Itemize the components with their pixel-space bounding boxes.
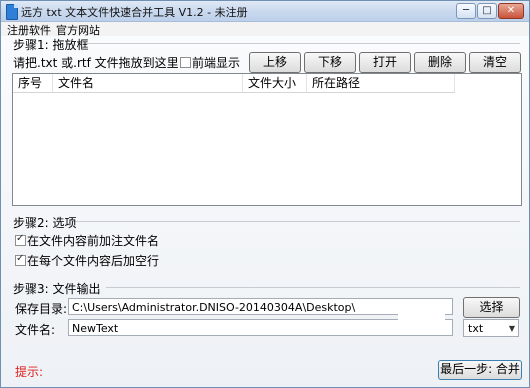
save-dir-input[interactable]: C:\Users\Administrator.DNISO-20140304A\D… (68, 298, 453, 315)
delete-button[interactable]: 删除 (414, 52, 466, 73)
step1-divider (83, 43, 520, 44)
column-filename[interactable]: 文件名 (53, 74, 243, 92)
window-title: 远方 txt 文本文件快速合并工具 V1.2 - 未注册 (21, 6, 248, 19)
app-icon (6, 4, 18, 20)
step3-divider (106, 287, 520, 288)
minimize-button[interactable]: ─ (456, 3, 476, 19)
filename-label: 文件名: (15, 323, 56, 337)
column-path[interactable]: 所在路径 (307, 74, 455, 92)
maximize-button[interactable]: □ (477, 3, 497, 19)
save-dir-label: 保存目录: (15, 302, 68, 316)
move-down-button[interactable]: 下移 (304, 52, 356, 73)
clear-button[interactable]: 清空 (469, 52, 521, 73)
title-bar[interactable]: 远方 txt 文本文件快速合并工具 V1.2 - 未注册 ─ □ ✕ (1, 1, 529, 22)
column-filesize[interactable]: 文件大小 (243, 74, 307, 92)
file-list[interactable]: 序号 文件名 文件大小 所在路径 (12, 73, 522, 206)
app-window: 远方 txt 文本文件快速合并工具 V1.2 - 未注册 ─ □ ✕ 注册软件 … (0, 0, 530, 388)
step2-label: 步骤2: 选项 (13, 216, 77, 230)
step1-label: 步骤1: 拖放框 (13, 38, 89, 52)
front-display-checkbox[interactable] (180, 57, 191, 68)
append-blankline-checkbox[interactable] (15, 253, 26, 266)
append-blankline-label[interactable]: 在每个文件内容后加空行 (27, 252, 159, 269)
drop-hint: 请把.txt 或.rtf 文件拖放到这里! (13, 56, 184, 70)
move-up-button[interactable]: 上移 (249, 52, 301, 73)
front-display-label[interactable]: 前端显示 (192, 54, 240, 71)
menu-bar: 注册软件 官方网站 (1, 22, 529, 37)
merge-button[interactable]: 最后一步: 合并 (438, 360, 522, 380)
extension-value: txt (468, 322, 484, 335)
filename-input[interactable]: NewText (68, 319, 453, 336)
extension-select[interactable]: txt ▼ (463, 319, 519, 337)
step3-label: 步骤3: 文件输出 (13, 282, 101, 296)
chevron-down-icon: ▼ (508, 324, 515, 333)
prepend-filename-label[interactable]: 在文件内容前加注文件名 (27, 232, 159, 249)
column-index[interactable]: 序号 (13, 74, 53, 92)
open-button[interactable]: 打开 (359, 52, 411, 73)
close-button[interactable]: ✕ (498, 3, 524, 19)
file-list-header: 序号 文件名 文件大小 所在路径 (13, 74, 455, 93)
blank-panel (398, 302, 445, 327)
prepend-filename-checkbox[interactable] (15, 233, 26, 246)
browse-button[interactable]: 选择 (463, 297, 520, 318)
tip-label: 提示: (15, 365, 44, 379)
step2-divider (73, 221, 520, 222)
